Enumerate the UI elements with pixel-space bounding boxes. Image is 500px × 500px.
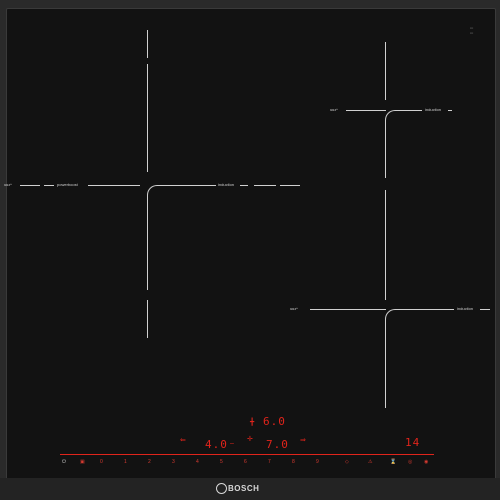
child-lock-icon[interactable]: ▣ [80,459,85,465]
brand-name: BOSCH [228,484,260,493]
zone-line [480,309,490,310]
power-icon[interactable]: ⏻ [62,459,66,465]
warning-icon[interactable]: ⚠ [368,459,372,465]
slider-bar[interactable] [60,454,434,455]
zone-top-right-left-label: ᴜʀᴊ^ [330,107,338,112]
zone-bottom-right-induction-label: induction [457,306,474,311]
zone-line [385,190,386,300]
zone-line [44,185,54,186]
zone-line [147,30,148,58]
zone-line [147,195,148,290]
slider-mark[interactable]: 2 [148,459,151,465]
zone-line [240,185,248,186]
zone-left-label: ᴜʀᴊ^ [4,182,12,187]
slider-mark[interactable]: 4 [196,459,199,465]
bosch-logo-icon [216,483,227,494]
stove-icon[interactable]: ◇ [345,459,349,465]
cooktop-glass [6,8,496,480]
zone-line [88,185,140,186]
zone-line [385,120,386,178]
zone-line [310,309,386,310]
zone-line [346,110,386,111]
left-arrow-icon[interactable]: ⇐ [180,436,186,444]
corner-marking: ▫▫▫ [470,31,474,35]
zone-line [147,300,148,338]
center-cross-icon[interactable]: ✛ [247,435,253,443]
zone-powerboost-label: powerboost [57,182,78,187]
slider-mark[interactable]: 0 [100,459,103,465]
slider-mark[interactable]: 3 [172,459,175,465]
zone-top-right-induction-label: induction [425,107,442,112]
clock-icon[interactable]: ◎ [408,459,412,465]
slider-mark[interactable]: 9 [316,459,319,465]
left-display: 4.0 [205,438,228,451]
slider-mark[interactable]: 7 [268,459,271,465]
settings-icon[interactable]: ◉ [424,459,428,465]
zone-line [448,110,452,111]
top-display: 6.0 [263,415,286,428]
right-display: 14 [405,436,421,449]
zone-line [396,309,454,310]
corner-marking: ▫▫▫ [470,26,474,30]
zone-line [385,320,386,408]
zone-line [20,185,40,186]
slider-mark[interactable]: 8 [292,459,295,465]
zone-line [147,64,148,172]
zone-line [158,185,216,186]
zone-line [254,185,276,186]
minus-icon[interactable]: – [230,440,234,447]
timer-icon[interactable]: ⌛ [390,459,396,465]
right-arrow-icon[interactable]: ⇒ [300,436,306,444]
center-display: 7.0 [266,438,289,451]
zone-line [385,42,386,100]
slider-mark[interactable]: 1 [124,459,127,465]
zone-line [280,185,300,186]
zone-line [396,110,422,111]
slider-mark[interactable]: 6 [244,459,247,465]
slider-mark[interactable]: 5 [220,459,223,465]
zone-bottom-right-left-label: ᴜʀᴊ^ [290,306,298,311]
zone-induction-label: induction [218,182,235,187]
plus-icon[interactable]: ╋ [250,418,254,426]
